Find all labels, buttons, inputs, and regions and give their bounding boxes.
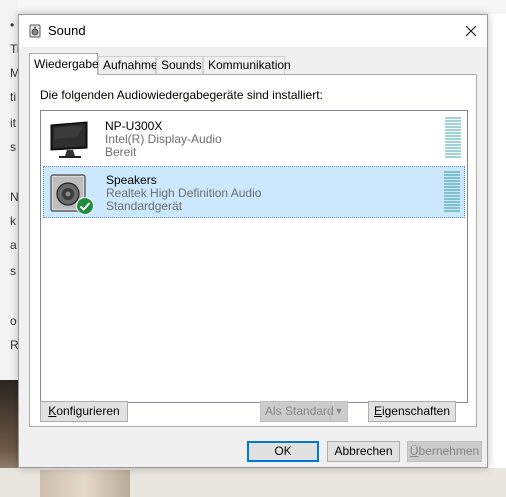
- list-item-speakers[interactable]: Speakers Realtek High Definition Audio S…: [43, 166, 465, 218]
- device-list[interactable]: NP-U300X Intel(R) Display-Audio Bereit S…: [40, 110, 468, 403]
- background-image-strip: [40, 470, 130, 497]
- properties-accelerator: E: [373, 404, 382, 418]
- tab-kommunikation[interactable]: Kommunikation: [203, 56, 291, 74]
- background-text: o: [10, 314, 17, 328]
- background-text: ti: [10, 90, 16, 104]
- apply-button[interactable]: Übernehmen: [407, 441, 482, 462]
- device-driver: Intel(R) Display-Audio: [105, 132, 222, 146]
- properties-label: igenschaften: [381, 404, 451, 418]
- level-meter: [445, 117, 461, 159]
- configure-label: onfigurieren: [56, 404, 120, 418]
- device-name: NP-U300X: [105, 119, 163, 133]
- background-text: it: [10, 116, 16, 130]
- device-status: Bereit: [105, 145, 137, 159]
- properties-button[interactable]: Eigenschaften: [368, 401, 456, 422]
- sound-dialog: Sound Wiedergabe Aufnahme Sounds Kommuni…: [18, 14, 488, 468]
- device-driver: Realtek High Definition Audio: [106, 186, 262, 200]
- close-icon: [465, 25, 477, 37]
- set-default-button[interactable]: Als Standard ▼: [260, 401, 348, 422]
- tab-aufnahme[interactable]: Aufnahme: [98, 56, 158, 74]
- set-default-label: Als Standard: [265, 404, 334, 418]
- apply-label: bernehmen: [418, 444, 480, 458]
- list-item-np-u300x[interactable]: NP-U300X Intel(R) Display-Audio Bereit: [43, 113, 465, 165]
- background-window-strip: [18, 0, 506, 14]
- title-bar[interactable]: Sound: [19, 15, 487, 47]
- configure-button[interactable]: Konfigurieren: [40, 401, 128, 422]
- tab-panel-wiedergabe: Die folgenden Audiowiedergabegeräte sind…: [29, 74, 477, 427]
- level-meter: [444, 171, 460, 213]
- speaker-icon: [29, 24, 41, 38]
- instruction-label: Die folgenden Audiowiedergabegeräte sind…: [40, 88, 323, 102]
- window-title: Sound: [48, 23, 86, 38]
- background-text: •: [10, 18, 15, 32]
- check-badge-icon: [76, 197, 94, 215]
- tab-sounds[interactable]: Sounds: [156, 56, 203, 74]
- background-text: s: [10, 140, 16, 154]
- device-status: Standardgerät: [106, 199, 183, 213]
- monitor-icon: [50, 121, 88, 158]
- background-text: s: [10, 264, 16, 278]
- background-text: a: [10, 238, 17, 252]
- cancel-button[interactable]: Abbrechen: [327, 441, 400, 462]
- ok-button[interactable]: OK: [247, 441, 319, 462]
- background-text: k: [10, 214, 16, 228]
- dropdown-arrow-icon[interactable]: ▼: [330, 402, 347, 421]
- tab-wiedergabe[interactable]: Wiedergabe: [29, 53, 99, 75]
- device-name: Speakers: [106, 173, 157, 187]
- close-button[interactable]: [455, 15, 487, 47]
